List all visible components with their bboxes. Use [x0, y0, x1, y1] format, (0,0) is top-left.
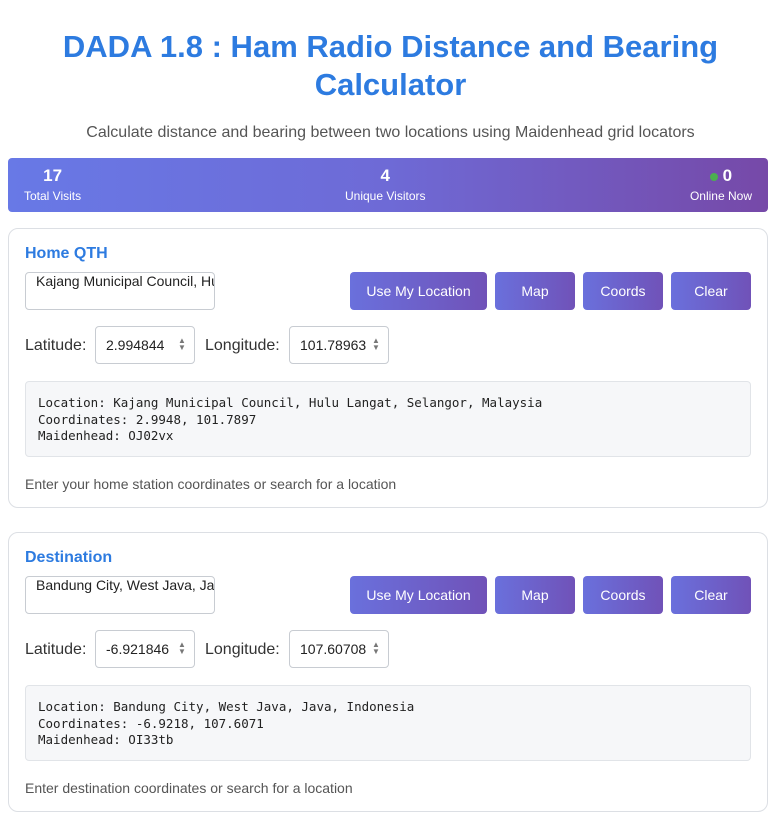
destination-clear-button[interactable]: Clear	[671, 576, 751, 614]
stat-unique-visitors: 4 Unique Visitors	[345, 166, 425, 204]
home-clear-button[interactable]: Clear	[671, 272, 751, 310]
destination-longitude-value: 107.60708	[300, 641, 367, 657]
home-latitude-value: 2.994844	[106, 337, 165, 353]
unique-visitors-count: 4	[380, 166, 390, 185]
online-now-label: Online Now	[689, 189, 752, 203]
home-qth-title: Home QTH	[25, 245, 108, 262]
home-info-coordinates: Coordinates: 2.9948, 101.7897	[38, 411, 257, 427]
home-use-my-location-button[interactable]: Use My Location	[350, 272, 487, 310]
destination-coords-button[interactable]: Coords	[583, 576, 663, 614]
destination-longitude-input[interactable]: 107.60708 ▲ ▼	[289, 630, 389, 668]
stat-total-visits: 17 Total Visits	[24, 166, 81, 204]
destination-use-my-location-button[interactable]: Use My Location	[350, 576, 487, 614]
destination-card: Destination Bandung City, West Java, Jav…	[8, 532, 768, 812]
destination-title: Destination	[25, 549, 113, 566]
destination-info-maidenhead: Maidenhead: OI33tb	[38, 732, 174, 747]
home-map-button[interactable]: Map	[495, 272, 575, 310]
home-location-info: Location: Kajang Municipal Council, Hulu…	[25, 381, 751, 457]
destination-latitude-value: -6.921846	[106, 641, 170, 657]
destination-info-coordinates: Coordinates: -6.9218, 107.6071	[38, 715, 264, 731]
destination-map-button[interactable]: Map	[495, 576, 575, 614]
home-info-location: Location: Kajang Municipal Council, Hulu…	[38, 395, 543, 410]
spinner-arrows-icon[interactable]: ▲ ▼	[370, 337, 382, 353]
home-qth-card: Home QTH Kajang Municipal Council, Hulu …	[8, 228, 768, 508]
home-longitude-label: Longitude:	[205, 337, 280, 354]
destination-location-info: Location: Bandung City, West Java, Java,…	[25, 685, 751, 761]
home-coords-button[interactable]: Coords	[583, 272, 663, 310]
home-longitude-input[interactable]: 101.78963 ▲ ▼	[289, 326, 389, 364]
destination-location-search-input[interactable]: Bandung City, West Java, Java, Indonesia	[25, 576, 215, 614]
total-visits-label: Total Visits	[24, 189, 82, 203]
home-info-maidenhead: Maidenhead: OJ02vx	[38, 428, 174, 443]
home-hint-text: Enter your home station coordinates or s…	[25, 476, 397, 492]
spinner-arrows-icon[interactable]: ▲ ▼	[370, 641, 382, 657]
unique-visitors-label: Unique Visitors	[345, 189, 426, 203]
online-now-count: 0	[722, 166, 733, 185]
spinner-arrows-icon[interactable]: ▲ ▼	[176, 641, 188, 657]
home-longitude-value: 101.78963	[300, 337, 367, 353]
stat-online-now: 0 Online Now	[690, 166, 752, 204]
destination-longitude-label: Longitude:	[205, 641, 280, 658]
home-location-search-input[interactable]: Kajang Municipal Council, Hulu Langat, S…	[25, 272, 215, 310]
home-latitude-input[interactable]: 2.994844 ▲ ▼	[95, 326, 195, 364]
destination-latitude-input[interactable]: -6.921846 ▲ ▼	[95, 630, 195, 668]
page-title: DADA 1.8 : Ham Radio Distance and Bearin…	[62, 29, 719, 102]
destination-hint-text: Enter destination coordinates or search …	[25, 780, 353, 796]
home-latitude-label: Latitude:	[25, 337, 87, 354]
spinner-arrows-icon[interactable]: ▲ ▼	[176, 337, 188, 353]
online-status-dot-icon	[709, 173, 718, 181]
destination-latitude-label: Latitude:	[25, 641, 87, 658]
total-visits-count: 17	[43, 166, 63, 185]
visitor-stats-bar: 17 Total Visits 4 Unique Visitors 0 Onli…	[8, 158, 768, 212]
page-subtitle: Calculate distance and bearing between t…	[86, 124, 695, 141]
destination-info-location: Location: Bandung City, West Java, Java,…	[38, 699, 415, 714]
